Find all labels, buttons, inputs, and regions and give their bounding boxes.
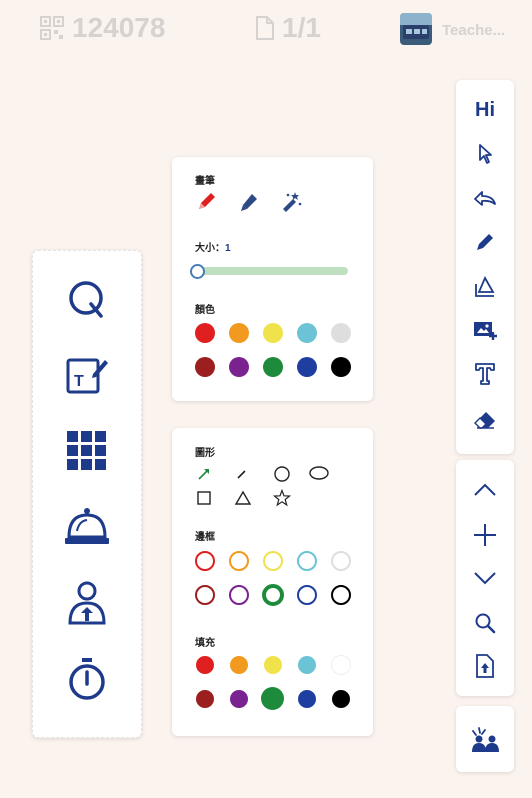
border-label: 邊框 bbox=[195, 532, 215, 543]
border-color-swatch[interactable] bbox=[229, 585, 249, 605]
pen-color-swatch[interactable] bbox=[263, 323, 283, 343]
size-label: 大小：1 bbox=[195, 243, 231, 254]
search-icon[interactable] bbox=[456, 609, 514, 637]
highlighter-icon[interactable] bbox=[238, 190, 260, 212]
border-color-swatch-selected[interactable] bbox=[262, 584, 284, 606]
fill-color-swatch[interactable] bbox=[332, 690, 350, 708]
square-icon[interactable] bbox=[196, 490, 212, 506]
fill-label: 填充 bbox=[195, 638, 215, 649]
border-color-swatch[interactable] bbox=[331, 585, 351, 605]
right-toolbar-bottom bbox=[456, 706, 514, 772]
quiz-icon[interactable] bbox=[33, 275, 141, 323]
right-toolbar-tools: Hi bbox=[456, 80, 514, 454]
size-slider-track[interactable] bbox=[196, 267, 348, 275]
avatar[interactable] bbox=[400, 13, 432, 45]
arrow-icon[interactable] bbox=[196, 466, 212, 482]
page-indicator: 1/1 bbox=[282, 12, 321, 43]
border-color-swatch[interactable] bbox=[195, 585, 215, 605]
fill-color-swatch[interactable] bbox=[196, 656, 214, 674]
text-icon[interactable] bbox=[456, 360, 514, 388]
triangle-icon[interactable] bbox=[234, 490, 252, 506]
size-slider-handle[interactable] bbox=[190, 264, 205, 279]
timer-icon[interactable] bbox=[33, 655, 141, 703]
pen-panel: 畫筆 大小：1 顏色 bbox=[172, 157, 373, 401]
user-name: Teache... bbox=[442, 22, 506, 39]
undo-icon[interactable] bbox=[456, 184, 514, 212]
border-color-swatch[interactable] bbox=[229, 551, 249, 571]
qr-code-icon[interactable] bbox=[40, 16, 64, 40]
right-toolbar-nav bbox=[456, 460, 514, 696]
pen-color-swatch[interactable] bbox=[263, 357, 283, 377]
pen-color-swatch[interactable] bbox=[297, 323, 317, 343]
line-icon[interactable] bbox=[234, 466, 250, 482]
chevron-up-icon[interactable] bbox=[456, 476, 514, 504]
pointer-icon[interactable] bbox=[456, 140, 514, 168]
pen-color-swatch[interactable] bbox=[195, 357, 215, 377]
color-label: 顏色 bbox=[195, 305, 215, 316]
fill-color-swatch[interactable] bbox=[298, 690, 316, 708]
fill-color-swatch-selected[interactable] bbox=[261, 687, 284, 710]
star-icon[interactable] bbox=[273, 489, 291, 507]
chevron-down-icon[interactable] bbox=[456, 564, 514, 592]
add-image-icon[interactable] bbox=[456, 316, 514, 344]
room-code: 124078 bbox=[72, 12, 166, 43]
fill-color-swatch[interactable] bbox=[196, 690, 214, 708]
pen-title: 畫筆 bbox=[195, 176, 215, 187]
pen-color-swatch[interactable] bbox=[297, 357, 317, 377]
shape-panel: 圖形 邊框 填充 bbox=[172, 428, 373, 736]
note-edit-icon[interactable]: T bbox=[33, 351, 141, 399]
pen-icon[interactable] bbox=[456, 228, 514, 256]
upload-file-icon[interactable] bbox=[456, 652, 514, 680]
circle-icon[interactable] bbox=[273, 465, 291, 483]
pen-icon[interactable] bbox=[196, 190, 218, 212]
border-color-swatch[interactable] bbox=[297, 585, 317, 605]
border-color-swatch[interactable] bbox=[263, 551, 283, 571]
pen-color-swatch[interactable] bbox=[331, 323, 351, 343]
ellipse-icon[interactable] bbox=[308, 465, 330, 481]
shape-title: 圖形 bbox=[195, 448, 215, 459]
pen-color-swatch[interactable] bbox=[195, 323, 215, 343]
fill-color-swatch[interactable] bbox=[230, 656, 248, 674]
left-toolbar: T bbox=[32, 250, 142, 738]
pen-color-swatch[interactable] bbox=[331, 357, 351, 377]
border-color-swatch[interactable] bbox=[297, 551, 317, 571]
bell-icon[interactable] bbox=[33, 503, 141, 551]
student-icon[interactable] bbox=[33, 579, 141, 627]
magic-wand-icon[interactable] bbox=[280, 190, 302, 212]
border-color-swatch[interactable] bbox=[195, 551, 215, 571]
border-color-swatch[interactable] bbox=[331, 551, 351, 571]
classroom-icon[interactable] bbox=[456, 726, 514, 754]
fill-color-swatch[interactable] bbox=[298, 656, 316, 674]
plus-icon[interactable] bbox=[456, 521, 514, 549]
fill-color-swatch[interactable] bbox=[230, 690, 248, 708]
eraser-icon[interactable] bbox=[456, 406, 514, 434]
grid-apps-icon[interactable] bbox=[33, 427, 141, 475]
page-icon bbox=[256, 16, 274, 40]
hi-button[interactable]: Hi bbox=[456, 96, 514, 124]
fill-color-swatch[interactable] bbox=[264, 656, 282, 674]
fill-color-swatch[interactable] bbox=[331, 655, 351, 675]
svg-text:T: T bbox=[74, 373, 84, 390]
pen-color-swatch[interactable] bbox=[229, 357, 249, 377]
eraser-shapes-icon[interactable] bbox=[456, 272, 514, 300]
pen-color-swatch[interactable] bbox=[229, 323, 249, 343]
